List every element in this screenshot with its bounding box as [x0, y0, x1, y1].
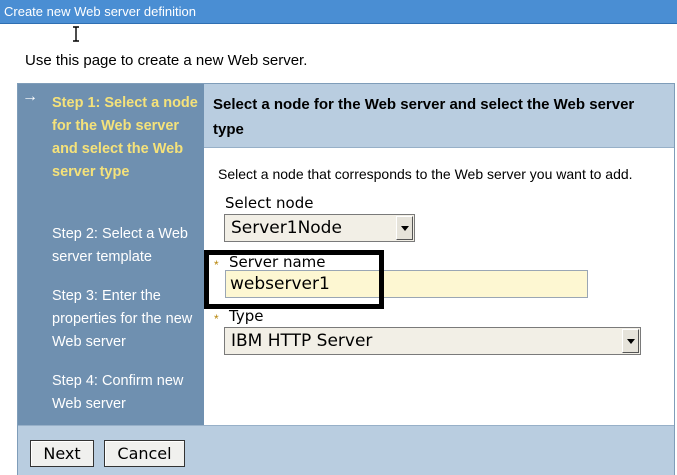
- required-marker: *: [214, 312, 219, 326]
- type-dropdown[interactable]: IBM HTTP Server: [224, 327, 641, 355]
- step-2-link[interactable]: Step 2: Select a Web server template: [52, 223, 200, 269]
- page-intro: Use this page to create a new Web server…: [25, 52, 308, 69]
- chevron-down-icon[interactable]: [622, 329, 639, 353]
- wizard-footer: Next Cancel: [18, 425, 674, 475]
- highlight-box: [204, 250, 384, 309]
- chevron-down-icon[interactable]: [396, 216, 413, 240]
- type-label: Type: [229, 307, 264, 325]
- type-value: IBM HTTP Server: [231, 331, 373, 351]
- select-node-dropdown[interactable]: Server1Node: [224, 214, 415, 242]
- content-description: Select a node that corresponds to the We…: [218, 166, 633, 182]
- step-3-link[interactable]: Step 3: Enter the properties for the new…: [52, 285, 200, 354]
- select-node-label: Select node: [225, 194, 314, 212]
- step-1-link[interactable]: Step 1: Select a node for the Web server…: [52, 92, 200, 184]
- content-heading: Select a node for the Web server and sel…: [204, 84, 674, 148]
- select-node-value: Server1Node: [231, 218, 342, 238]
- wizard-frame: → Step 1: Select a node for the Web serv…: [17, 83, 675, 475]
- wizard-steps: → Step 1: Select a node for the Web serv…: [18, 84, 204, 425]
- step-4-link[interactable]: Step 4: Confirm new Web server: [52, 370, 200, 416]
- cancel-button[interactable]: Cancel: [104, 440, 185, 467]
- text-cursor-icon: [73, 26, 79, 42]
- window-title: Create new Web server definition: [4, 4, 196, 19]
- next-button[interactable]: Next: [30, 440, 94, 467]
- arrow-right-icon: →: [22, 88, 38, 105]
- window-title-bar: Create new Web server definition: [0, 0, 677, 24]
